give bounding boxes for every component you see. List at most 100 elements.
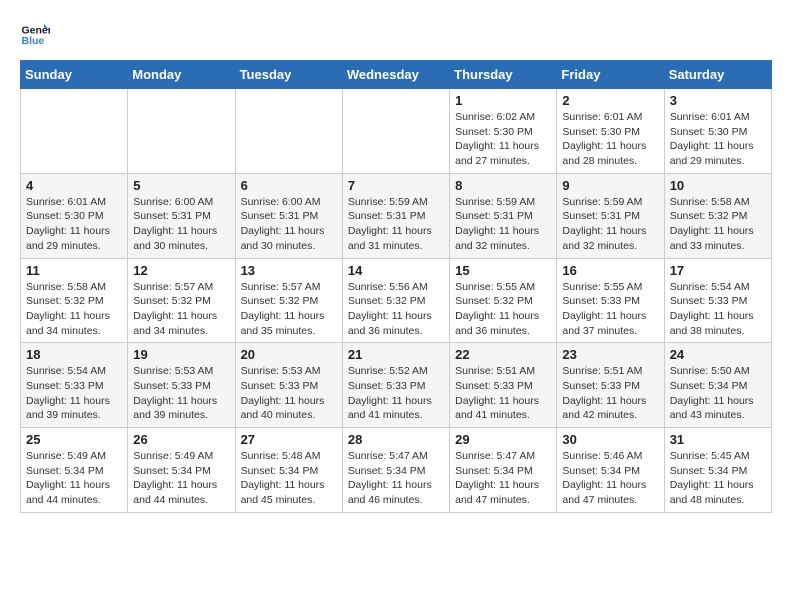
day-number: 31 (670, 432, 766, 447)
day-info: Sunrise: 5:45 AM Sunset: 5:34 PM Dayligh… (670, 449, 766, 508)
calendar-week-row: 25 Sunrise: 5:49 AM Sunset: 5:34 PM Dayli… (21, 428, 772, 513)
day-number: 28 (348, 432, 444, 447)
day-number: 9 (562, 178, 658, 193)
day-number: 27 (241, 432, 337, 447)
calendar-cell: 22Sunrise: 5:51 AM Sunset: 5:33 PM Dayli… (450, 343, 557, 428)
calendar-body: 1 Sunrise: 6:02 AM Sunset: 5:30 PM Daylig… (21, 89, 772, 513)
calendar-cell: 21Sunrise: 5:52 AM Sunset: 5:33 PM Dayli… (342, 343, 449, 428)
calendar-cell: 3 Sunrise: 6:01 AM Sunset: 5:30 PM Daylig… (664, 89, 771, 174)
day-info: Sunrise: 5:51 AM Sunset: 5:33 PM Dayligh… (562, 364, 658, 423)
day-info: Sunrise: 5:57 AM Sunset: 5:32 PM Dayligh… (133, 280, 229, 339)
calendar-cell: 19Sunrise: 5:53 AM Sunset: 5:33 PM Dayli… (128, 343, 235, 428)
day-info: Sunrise: 5:59 AM Sunset: 5:31 PM Dayligh… (348, 195, 444, 254)
calendar-cell: 18 Sunrise: 5:54 AM Sunset: 5:33 PM Dayli… (21, 343, 128, 428)
day-info: Sunrise: 5:49 AM Sunset: 5:34 PM Dayligh… (26, 449, 122, 508)
day-number: 21 (348, 347, 444, 362)
day-info: Sunrise: 5:47 AM Sunset: 5:34 PM Dayligh… (455, 449, 551, 508)
day-number: 29 (455, 432, 551, 447)
day-number: 16 (562, 263, 658, 278)
calendar-weekday-header: Saturday (664, 61, 771, 89)
day-info: Sunrise: 5:49 AM Sunset: 5:34 PM Dayligh… (133, 449, 229, 508)
day-number: 2 (562, 93, 658, 108)
day-info: Sunrise: 6:00 AM Sunset: 5:31 PM Dayligh… (241, 195, 337, 254)
calendar-week-row: 18 Sunrise: 5:54 AM Sunset: 5:33 PM Dayli… (21, 343, 772, 428)
day-number: 14 (348, 263, 444, 278)
day-info: Sunrise: 5:53 AM Sunset: 5:33 PM Dayligh… (241, 364, 337, 423)
logo: General Blue (20, 20, 52, 50)
day-number: 6 (241, 178, 337, 193)
day-info: Sunrise: 5:59 AM Sunset: 5:31 PM Dayligh… (455, 195, 551, 254)
calendar-cell: 16Sunrise: 5:55 AM Sunset: 5:33 PM Dayli… (557, 258, 664, 343)
day-number: 23 (562, 347, 658, 362)
day-number: 5 (133, 178, 229, 193)
calendar-weekday-header: Tuesday (235, 61, 342, 89)
day-info: Sunrise: 6:01 AM Sunset: 5:30 PM Dayligh… (670, 110, 766, 169)
calendar-week-row: 11 Sunrise: 5:58 AM Sunset: 5:32 PM Dayli… (21, 258, 772, 343)
calendar-cell: 29 Sunrise: 5:47 AM Sunset: 5:34 PM Dayli… (450, 428, 557, 513)
page-header: General Blue (20, 20, 772, 50)
calendar-cell (128, 89, 235, 174)
calendar-cell (342, 89, 449, 174)
day-number: 3 (670, 93, 766, 108)
calendar-cell: 2 Sunrise: 6:01 AM Sunset: 5:30 PM Daylig… (557, 89, 664, 174)
day-info: Sunrise: 6:01 AM Sunset: 5:30 PM Dayligh… (26, 195, 122, 254)
day-info: Sunrise: 5:54 AM Sunset: 5:33 PM Dayligh… (26, 364, 122, 423)
calendar-table: SundayMondayTuesdayWednesdayThursdayFrid… (20, 60, 772, 513)
calendar-cell: 8Sunrise: 5:59 AM Sunset: 5:31 PM Daylig… (450, 173, 557, 258)
calendar-cell: 17 Sunrise: 5:54 AM Sunset: 5:33 PM Dayli… (664, 258, 771, 343)
calendar-cell: 24Sunrise: 5:50 AM Sunset: 5:34 PM Dayli… (664, 343, 771, 428)
day-number: 12 (133, 263, 229, 278)
svg-text:Blue: Blue (22, 35, 45, 47)
day-info: Sunrise: 5:47 AM Sunset: 5:34 PM Dayligh… (348, 449, 444, 508)
calendar-cell: 9 Sunrise: 5:59 AM Sunset: 5:31 PM Daylig… (557, 173, 664, 258)
calendar-cell: 27 Sunrise: 5:48 AM Sunset: 5:34 PM Dayli… (235, 428, 342, 513)
calendar-cell: 23 Sunrise: 5:51 AM Sunset: 5:33 PM Dayli… (557, 343, 664, 428)
calendar-weekday-header: Wednesday (342, 61, 449, 89)
day-info: Sunrise: 5:46 AM Sunset: 5:34 PM Dayligh… (562, 449, 658, 508)
calendar-cell (235, 89, 342, 174)
calendar-cell: 26Sunrise: 5:49 AM Sunset: 5:34 PM Dayli… (128, 428, 235, 513)
calendar-weekday-header: Sunday (21, 61, 128, 89)
day-info: Sunrise: 5:55 AM Sunset: 5:32 PM Dayligh… (455, 280, 551, 339)
day-number: 7 (348, 178, 444, 193)
day-number: 20 (241, 347, 337, 362)
calendar-cell: 15Sunrise: 5:55 AM Sunset: 5:32 PM Dayli… (450, 258, 557, 343)
calendar-cell: 14Sunrise: 5:56 AM Sunset: 5:32 PM Dayli… (342, 258, 449, 343)
calendar-cell: 7 Sunrise: 5:59 AM Sunset: 5:31 PM Daylig… (342, 173, 449, 258)
day-info: Sunrise: 5:57 AM Sunset: 5:32 PM Dayligh… (241, 280, 337, 339)
day-info: Sunrise: 5:58 AM Sunset: 5:32 PM Dayligh… (26, 280, 122, 339)
day-info: Sunrise: 5:50 AM Sunset: 5:34 PM Dayligh… (670, 364, 766, 423)
calendar-cell: 30 Sunrise: 5:46 AM Sunset: 5:34 PM Dayli… (557, 428, 664, 513)
calendar-cell: 31 Sunrise: 5:45 AM Sunset: 5:34 PM Dayli… (664, 428, 771, 513)
day-number: 30 (562, 432, 658, 447)
calendar-cell: 1 Sunrise: 6:02 AM Sunset: 5:30 PM Daylig… (450, 89, 557, 174)
calendar-weekday-header: Friday (557, 61, 664, 89)
day-number: 1 (455, 93, 551, 108)
calendar-cell: 20 Sunrise: 5:53 AM Sunset: 5:33 PM Dayli… (235, 343, 342, 428)
calendar-weekday-header: Monday (128, 61, 235, 89)
calendar-weekday-header: Thursday (450, 61, 557, 89)
day-info: Sunrise: 6:02 AM Sunset: 5:30 PM Dayligh… (455, 110, 551, 169)
calendar-cell: 10Sunrise: 5:58 AM Sunset: 5:32 PM Dayli… (664, 173, 771, 258)
day-number: 4 (26, 178, 122, 193)
calendar-cell: 6 Sunrise: 6:00 AM Sunset: 5:31 PM Daylig… (235, 173, 342, 258)
day-info: Sunrise: 5:48 AM Sunset: 5:34 PM Dayligh… (241, 449, 337, 508)
calendar-week-row: 4 Sunrise: 6:01 AM Sunset: 5:30 PM Daylig… (21, 173, 772, 258)
calendar-week-row: 1 Sunrise: 6:02 AM Sunset: 5:30 PM Daylig… (21, 89, 772, 174)
calendar-cell: 12 Sunrise: 5:57 AM Sunset: 5:32 PM Dayli… (128, 258, 235, 343)
calendar-header-row: SundayMondayTuesdayWednesdayThursdayFrid… (21, 61, 772, 89)
day-number: 17 (670, 263, 766, 278)
day-info: Sunrise: 5:54 AM Sunset: 5:33 PM Dayligh… (670, 280, 766, 339)
day-number: 25 (26, 432, 122, 447)
day-number: 13 (241, 263, 337, 278)
calendar-cell: 5Sunrise: 6:00 AM Sunset: 5:31 PM Daylig… (128, 173, 235, 258)
day-number: 10 (670, 178, 766, 193)
calendar-cell: 4 Sunrise: 6:01 AM Sunset: 5:30 PM Daylig… (21, 173, 128, 258)
day-number: 19 (133, 347, 229, 362)
day-number: 18 (26, 347, 122, 362)
day-number: 22 (455, 347, 551, 362)
day-info: Sunrise: 5:59 AM Sunset: 5:31 PM Dayligh… (562, 195, 658, 254)
calendar-cell: 28 Sunrise: 5:47 AM Sunset: 5:34 PM Dayli… (342, 428, 449, 513)
day-number: 11 (26, 263, 122, 278)
day-info: Sunrise: 6:01 AM Sunset: 5:30 PM Dayligh… (562, 110, 658, 169)
